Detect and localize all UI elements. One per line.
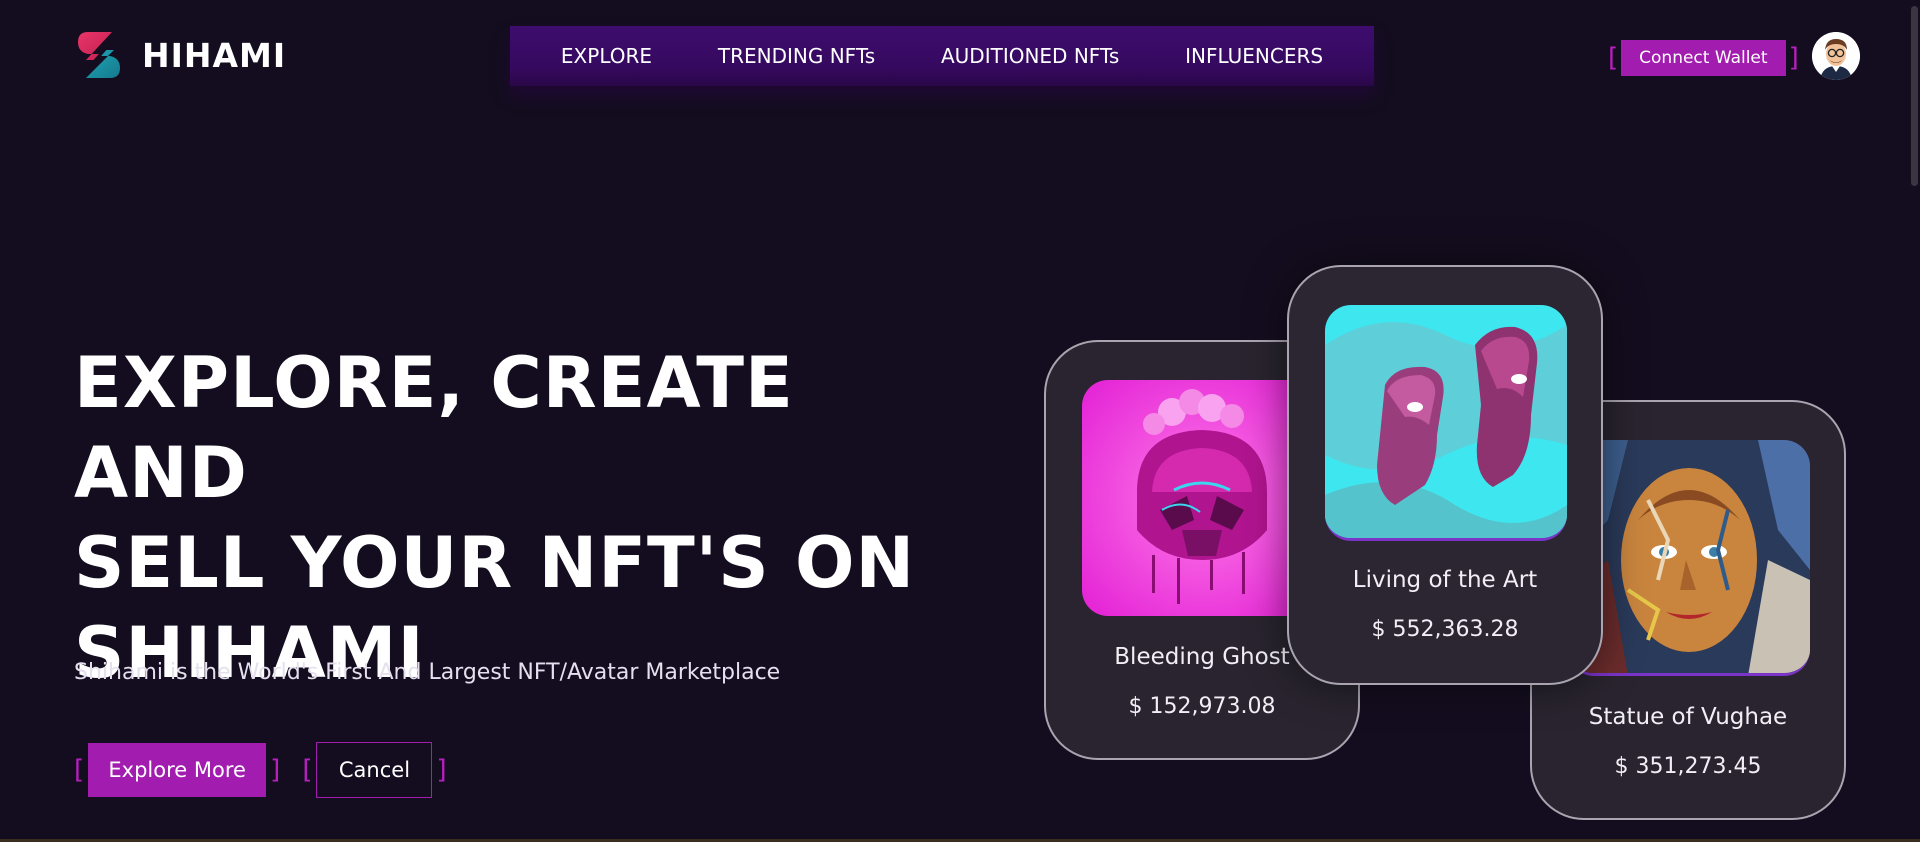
left-bracket-decoration: [ [302,755,313,785]
right-bracket-decoration: ] [1788,43,1799,73]
nft-price: $ 152,973.08 [1128,694,1276,719]
connect-wallet-group: [ Connect Wallet ] [1608,40,1799,76]
brand-logo[interactable]: HIHAMI [72,26,286,84]
nft-name: Living of the Art [1352,567,1538,593]
hero-title-line-1: EXPLORE, CREATE AND [74,342,794,514]
cancel-button[interactable]: Cancel [316,742,433,798]
hero-cta-row: [ Explore More ] [ Cancel ] [74,742,447,798]
explore-more-button[interactable]: Explore More [88,743,267,797]
main-nav: EXPLORE TRENDING NFTs AUDITIONED NFTs IN… [510,26,1374,86]
nft-card-living-of-the-art[interactable]: Living of the Art $ 552,363.28 [1287,265,1603,685]
nft-price: $ 351,273.45 [1614,754,1762,779]
nav-auditioned-nfts[interactable]: AUDITIONED NFTs [941,44,1119,68]
connect-wallet-button[interactable]: Connect Wallet [1621,40,1786,76]
nav-explore[interactable]: EXPLORE [561,44,652,68]
brand-name: HIHAMI [142,35,287,75]
right-bracket-decoration: ] [436,755,447,785]
nft-price: $ 552,363.28 [1371,617,1519,642]
hero-title: EXPLORE, CREATE AND SELL YOUR NFT'S ON S… [74,338,934,698]
nft-image-statue-of-vughae [1568,440,1810,676]
avatar-face-icon [1812,32,1860,80]
hero-title-line-2: SELL YOUR NFT'S ON [74,522,916,604]
nav-trending-nfts[interactable]: TRENDING NFTs [718,44,875,68]
nft-image-living-of-the-art [1325,305,1567,541]
page: HIHAMI EXPLORE TRENDING NFTs AUDITIONED … [0,0,1920,842]
user-avatar[interactable] [1812,32,1860,80]
page-scrollbar[interactable] [1911,6,1918,186]
left-bracket-decoration: [ [1608,43,1619,73]
logo-s-icon [74,27,126,83]
nft-name: Statue of Vughae [1588,704,1788,730]
left-bracket-decoration: [ [74,755,85,785]
right-bracket-decoration: ] [270,755,281,785]
nav-influencers[interactable]: INFLUENCERS [1185,44,1323,68]
hero-subtitle: Shihami is the World's First And Largest… [74,660,781,685]
